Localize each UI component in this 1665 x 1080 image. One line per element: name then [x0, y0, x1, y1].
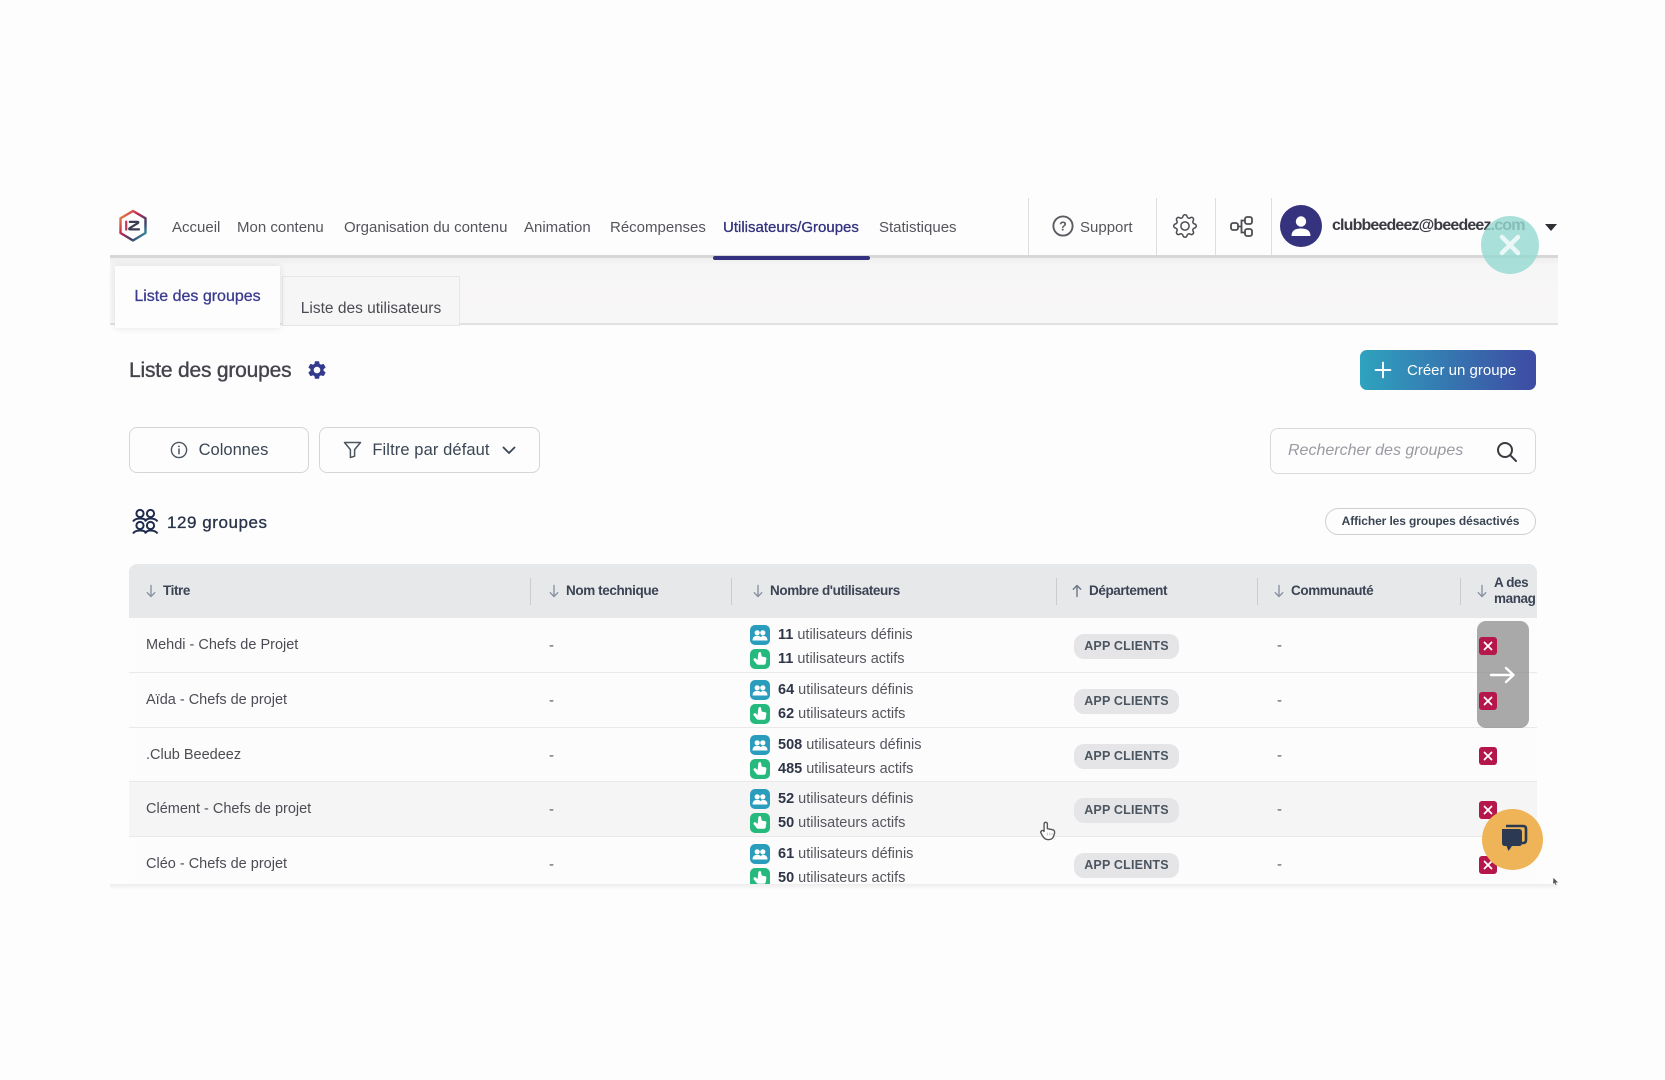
svg-text:?: ?	[1059, 219, 1067, 233]
